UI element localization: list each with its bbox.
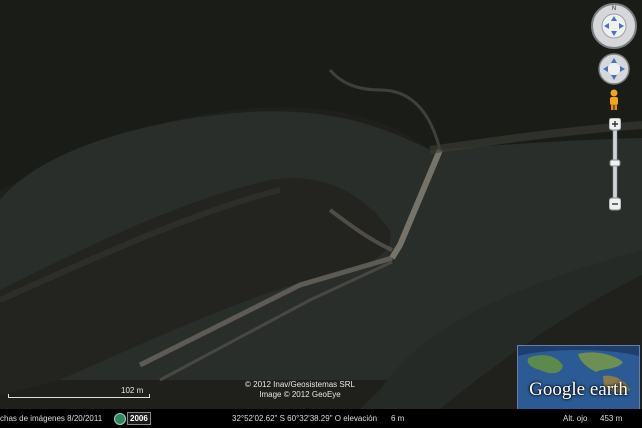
zoom-out-icon[interactable] (608, 197, 622, 211)
look-control[interactable]: N (590, 2, 638, 55)
scale-bar (8, 394, 150, 398)
street-view-pegman[interactable] (608, 89, 620, 116)
zoom-slider[interactable] (608, 117, 622, 217)
imagery-date: chas de imágenes 8/20/2011 (0, 414, 103, 423)
elevation-value: 6 m (391, 414, 405, 423)
google-earth-logo-text: Google earth (529, 379, 628, 400)
eye-altitude-label: Alt. ojo (563, 414, 588, 423)
move-joystick-icon[interactable] (598, 53, 630, 85)
copyright-geoeye: Image © 2012 GeoEye (259, 390, 341, 399)
street-view-pegman-icon[interactable] (608, 89, 620, 111)
coordinates-readout: 32°52'02.62" S 60°32'38.29" O elevación (232, 414, 378, 423)
copyright-inav: © 2012 Inav/Geosistemas SRL (245, 380, 355, 389)
eye-altitude-value: 453 m (600, 414, 623, 423)
zoom-slider-thumb[interactable] (609, 159, 621, 167)
google-earth-logo: Google earth (517, 345, 640, 410)
zoom-in-icon[interactable] (608, 117, 622, 131)
look-around-joystick-icon[interactable]: N (590, 2, 638, 50)
historical-year-badge[interactable]: 2006 (127, 412, 151, 425)
svg-text:N: N (612, 6, 616, 12)
map-view[interactable]: N © 2012 Inav/Geosistemas SRL Image © 20… (0, 0, 642, 428)
status-bar: chas de imágenes 8/20/2011 32°52'02.62" … (0, 409, 642, 428)
historical-imagery-clock-icon[interactable] (114, 413, 126, 425)
move-control[interactable] (598, 53, 630, 90)
